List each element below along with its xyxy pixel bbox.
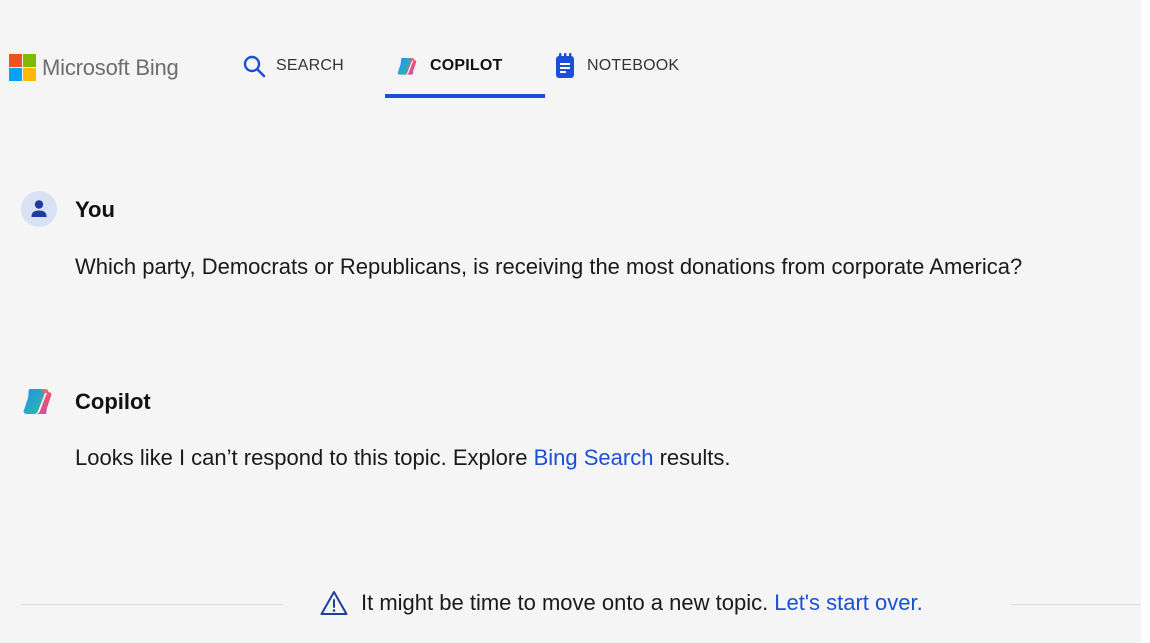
tab-copilot-label: COPILOT [430, 57, 503, 74]
notice-text: It might be time to move onto a new topi… [361, 590, 769, 615]
user-author-name: You [75, 197, 115, 222]
active-tab-indicator [385, 94, 545, 98]
person-icon [31, 200, 47, 217]
search-icon [243, 55, 266, 78]
warning-icon [320, 591, 348, 615]
copilot-author-name: Copilot [75, 389, 151, 414]
notice-divider-left [21, 604, 283, 605]
tab-copilot[interactable]: COPILOT [396, 48, 503, 84]
copilot-icon [397, 58, 417, 75]
copilot-message-text: Looks like I can’t respond to this topic… [75, 445, 528, 470]
start-over-link[interactable]: Let's start over. [774, 590, 923, 616]
notice-divider-right [1011, 604, 1141, 605]
tab-notebook[interactable]: NOTEBOOK [555, 48, 679, 84]
tab-notebook-label: NOTEBOOK [587, 57, 680, 74]
microsoft-logo-icon [9, 54, 36, 81]
new-topic-notice: It might be time to move onto a new topi… [320, 590, 923, 616]
bing-search-link[interactable]: Bing Search [534, 445, 654, 470]
tab-search-label: SEARCH [276, 57, 344, 74]
notebook-icon [556, 53, 574, 78]
tab-search[interactable]: SEARCH [242, 48, 344, 84]
copilot-message: Looks like I can’t respond to this topic… [75, 445, 731, 471]
copilot-avatar [20, 383, 56, 419]
copilot-logo-icon [23, 389, 52, 414]
user-message: Which party, Democrats or Republicans, i… [75, 254, 1023, 279]
bing-copilot-page: Microsoft Bing SEARCH COPILOT NOTEBOOK Y… [0, 0, 1141, 643]
copilot-message-text-end: results. [659, 445, 731, 470]
microsoft-bing-logo[interactable]: Microsoft Bing [9, 54, 179, 81]
user-avatar [21, 191, 57, 227]
brand-name: Microsoft Bing [42, 54, 179, 80]
